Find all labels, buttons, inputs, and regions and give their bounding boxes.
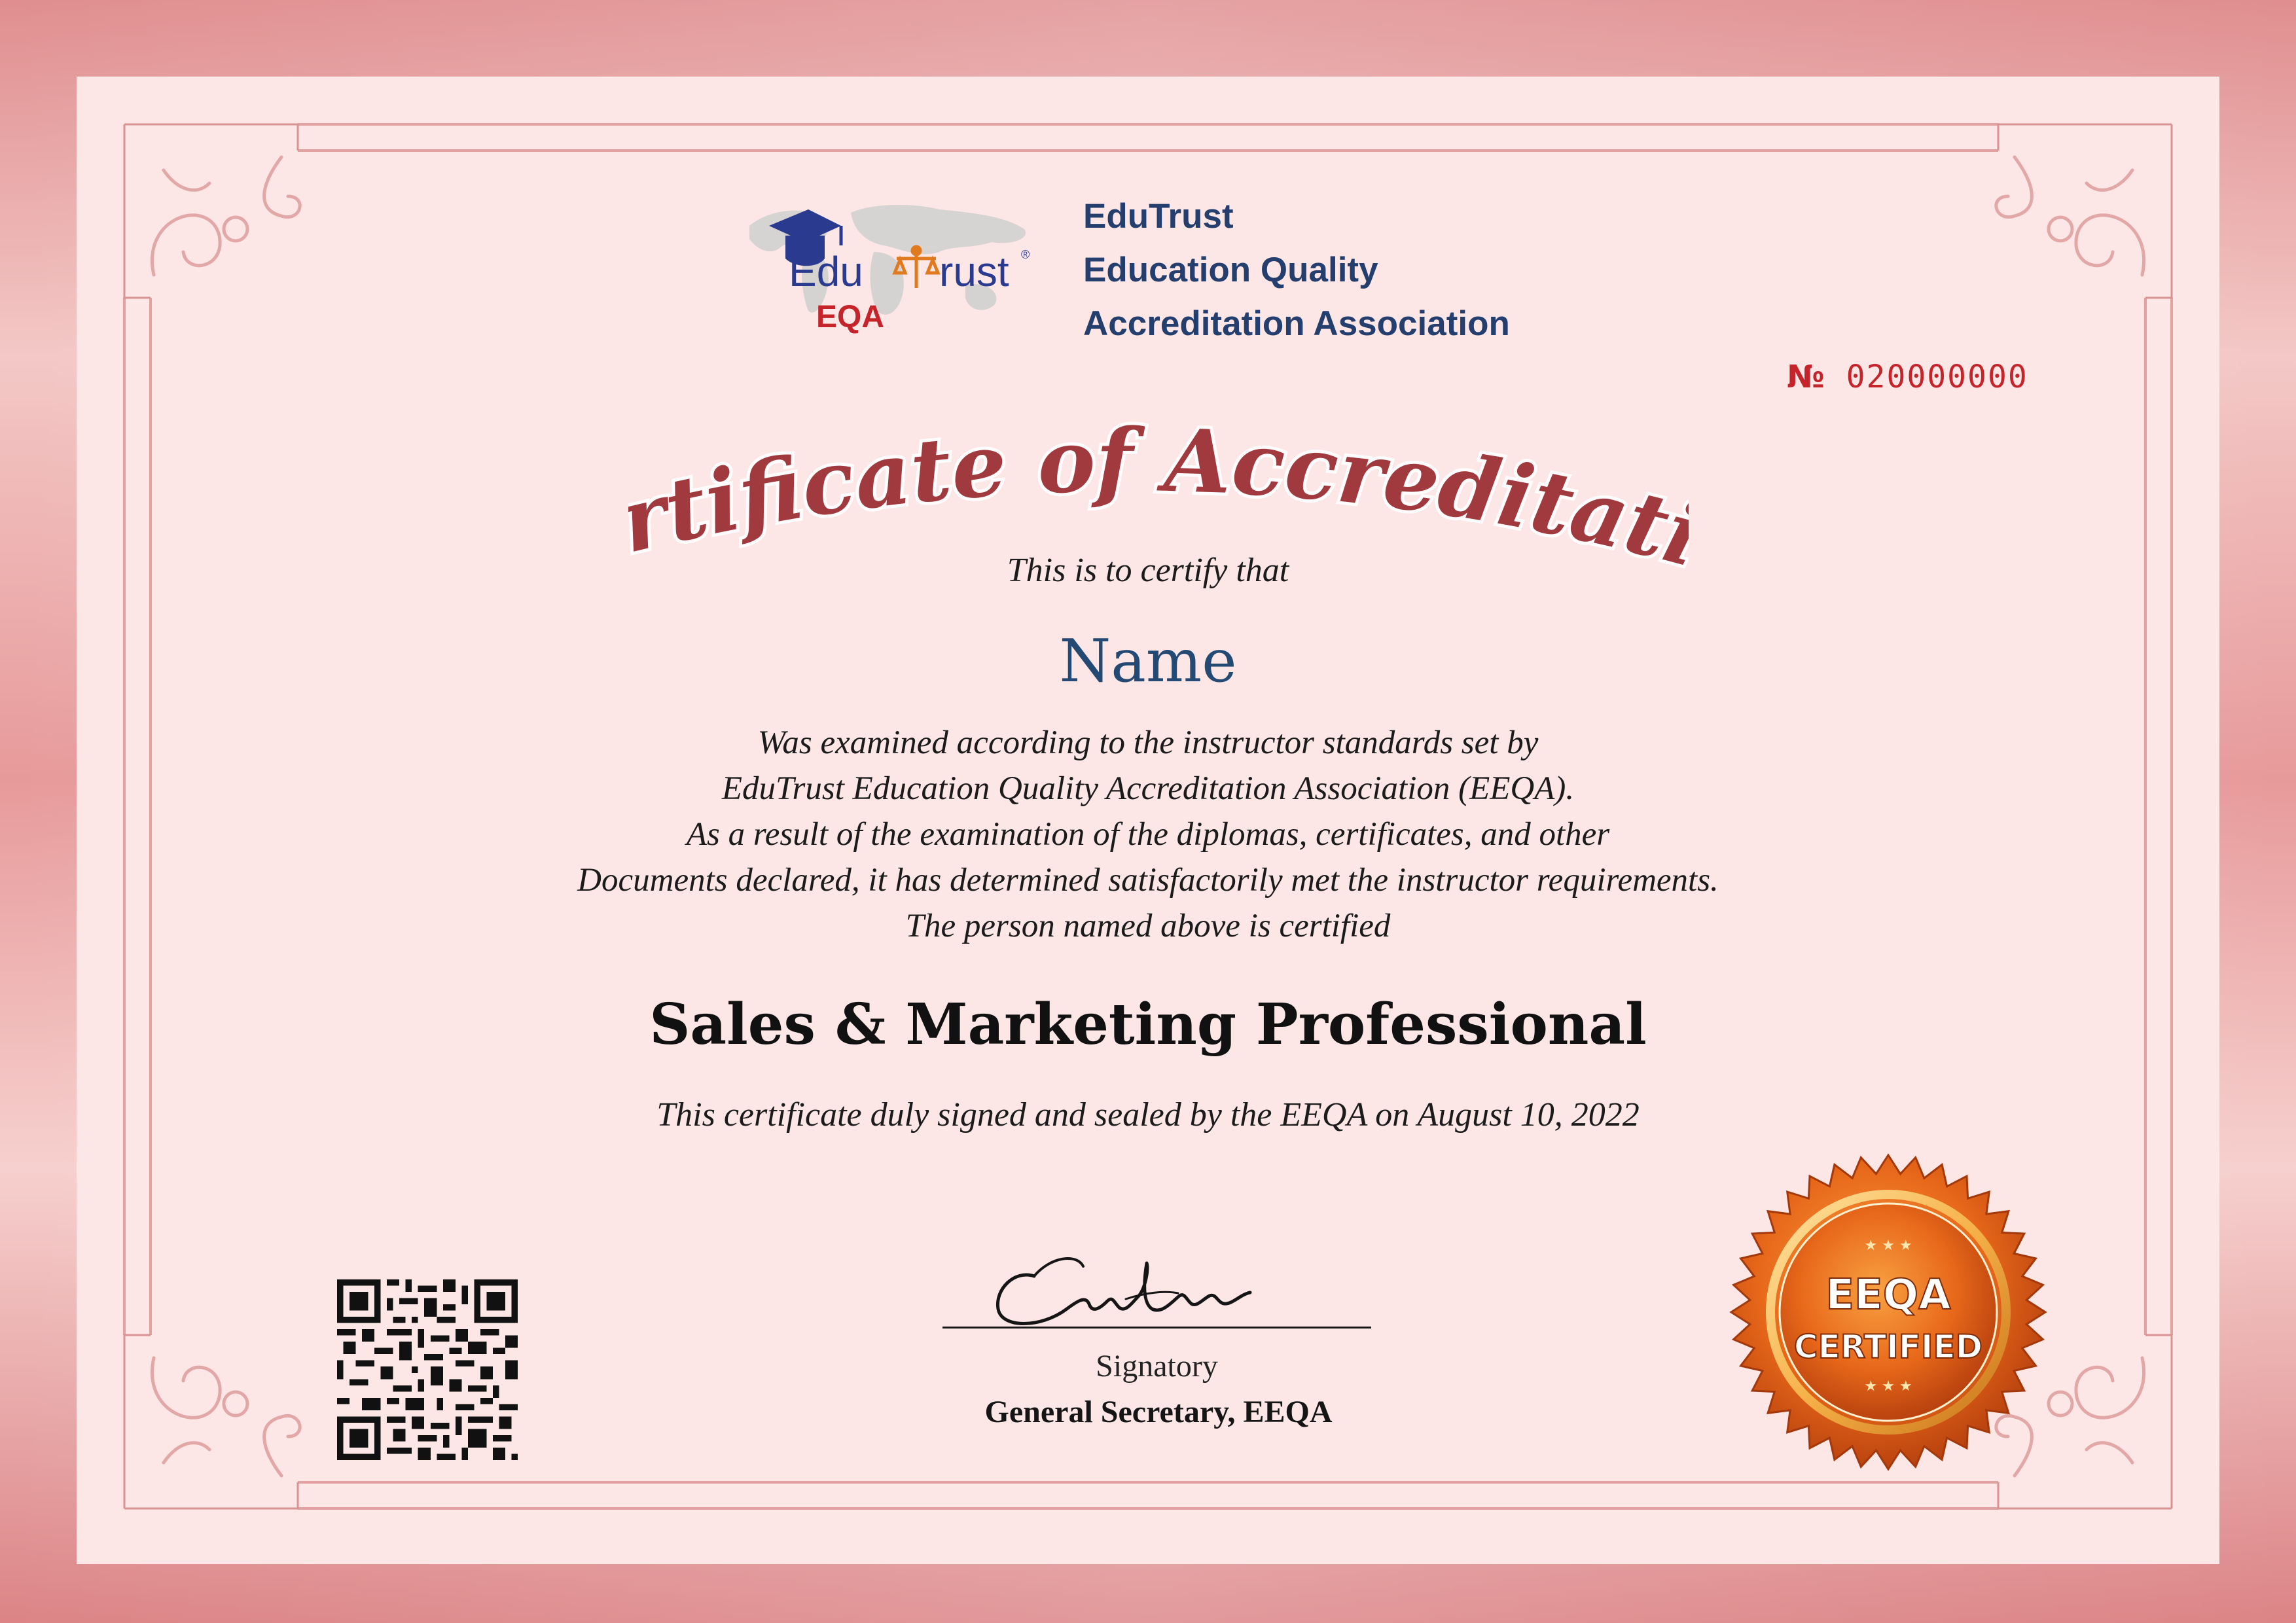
program-title: Sales & Marketing Professional: [649, 991, 1647, 1058]
body-line: Documents declared, it has determined sa…: [577, 862, 1719, 899]
organization-name: EduTrust Education Quality Accreditation…: [1083, 190, 1672, 351]
signatory-title: General Secretary, EEQA: [984, 1395, 1333, 1429]
svg-text:Edu: Edu: [789, 248, 863, 295]
svg-text:EQA: EQA: [816, 300, 884, 334]
svg-text:EEQA: EEQA: [1825, 1271, 1951, 1319]
body-line: As a result of the examination of the di…: [686, 816, 1610, 853]
sealed-date-text: This certificate duly signed and sealed …: [656, 1096, 1640, 1133]
organization-name-line: EduTrust: [1083, 197, 1234, 236]
svg-text:®: ®: [1021, 248, 1030, 261]
edutrust-logo: Edu rust ® EQA: [743, 187, 1037, 344]
number-sign: №: [1787, 359, 1826, 395]
qr-code-icon: [337, 1279, 518, 1460]
certificate-body: Was examined according to the instructor…: [0, 720, 2296, 949]
organization-name-line: Accreditation Association: [1083, 304, 1510, 343]
svg-text:★ ★ ★: ★ ★ ★: [1864, 1238, 1912, 1254]
certify-that-text: This is to certify that: [1007, 552, 1289, 589]
signature-line: [942, 1327, 1371, 1329]
signatory-label: Signatory: [1096, 1349, 1218, 1383]
svg-text:★ ★ ★: ★ ★ ★: [1864, 1378, 1912, 1395]
body-line: The person named above is certified: [905, 908, 1391, 944]
svg-text:rust: rust: [939, 248, 1009, 295]
certificate-title: Certificate of Accreditation Certificate…: [628, 399, 1689, 569]
handwritten-signature: [996, 1257, 1252, 1325]
certified-seal-icon: ★ ★ ★ ★ ★ ★ EEQA CERTIFIED: [1729, 1153, 2047, 1471]
svg-text:Certificate of Accreditation: Certificate of Accreditation: [628, 399, 1689, 569]
svg-text:CERTIFIED: CERTIFIED: [1794, 1328, 1982, 1366]
certificate-number-value: 020000000: [1846, 359, 2028, 395]
certificate-number: № 020000000: [1787, 359, 2062, 395]
organization-name-line: Education Quality: [1083, 251, 1378, 289]
body-line: Was examined according to the instructor…: [757, 724, 1539, 761]
body-line: EduTrust Education Quality Accreditation…: [721, 770, 1575, 807]
recipient-name: Name: [1059, 627, 1237, 696]
